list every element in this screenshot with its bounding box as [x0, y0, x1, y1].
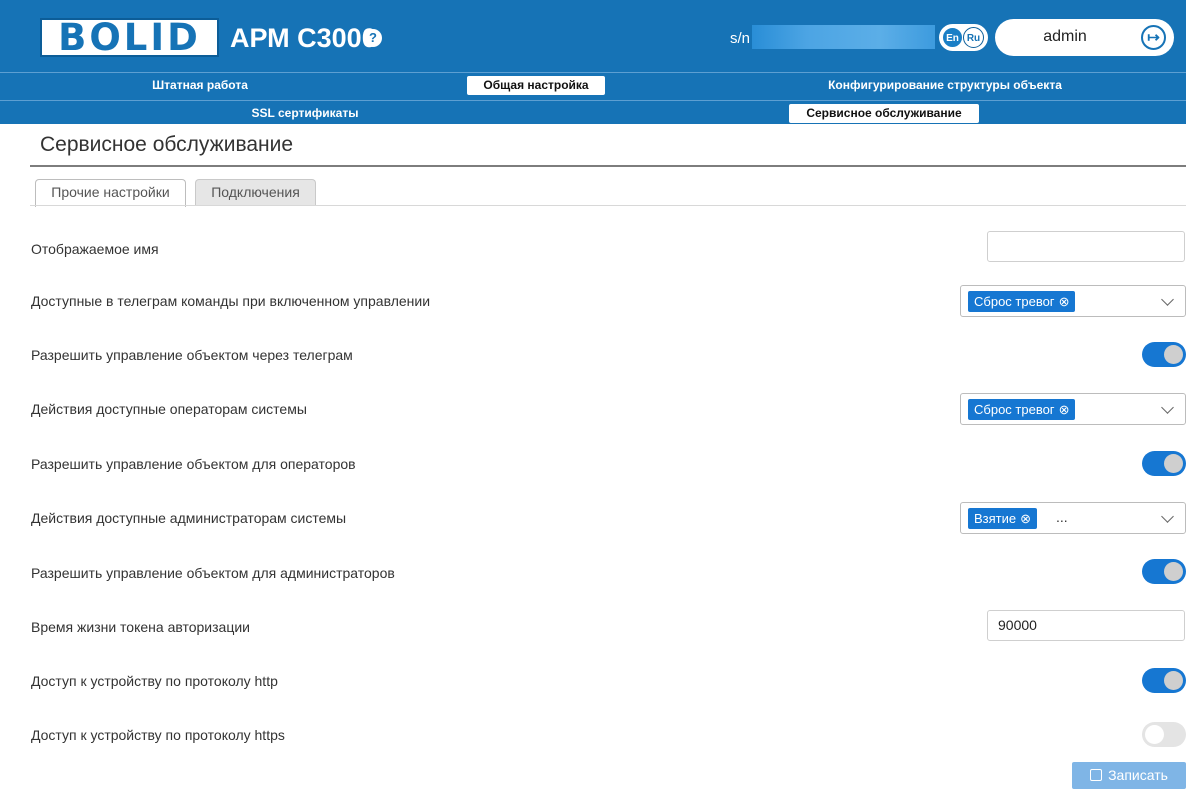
serial-number-label: s/n: [730, 30, 751, 47]
admin-control-label: Разрешить управление объектом для админи…: [31, 565, 395, 581]
telegram-commands-chip: Сброс тревог ⊗: [968, 291, 1076, 312]
admin-actions-label: Действия доступные администраторам систе…: [31, 510, 347, 526]
telegram-commands-label: Доступные в телеграм команды при включен…: [31, 293, 431, 309]
app-title: АРМ С3000: [230, 23, 377, 53]
operator-control-toggle[interactable]: [1142, 451, 1186, 476]
token-lifetime-input[interactable]: 90000: [987, 610, 1185, 641]
chevron-down-icon[interactable]: [1161, 509, 1175, 525]
page-title: Сервисное обслуживание: [40, 133, 294, 156]
bolid-logo: BOLID: [40, 16, 219, 59]
nav-row-primary: Штатная работа Общая настройка Конфигури…: [0, 72, 1186, 96]
header-top-row: BOLID АРМ С3000 ? s/n En Ru admin ↦: [0, 0, 1186, 68]
http-access-toggle[interactable]: [1142, 668, 1186, 693]
title-divider: [30, 165, 1186, 167]
logout-icon[interactable]: ↦: [1141, 25, 1166, 50]
serial-number-value: [752, 25, 935, 49]
operator-control-label: Разрешить управление объектом для операт…: [31, 456, 356, 472]
telegram-control-toggle[interactable]: [1142, 342, 1186, 367]
tab-connections[interactable]: Подключения: [195, 179, 316, 206]
http-access-label: Доступ к устройству по протоколу http: [31, 673, 278, 689]
operator-actions-chip: Сброс тревог ⊗: [968, 399, 1076, 420]
telegram-commands-select[interactable]: Сброс тревог ⊗: [960, 285, 1186, 317]
app-header: BOLID АРМ С3000 ? s/n En Ru admin ↦ Штат…: [0, 0, 1186, 124]
toggle-knob: [1164, 454, 1183, 473]
operator-actions-select[interactable]: Сброс тревог ⊗: [960, 393, 1186, 425]
chip-remove-icon[interactable]: ⊗: [1059, 402, 1070, 417]
operator-actions-label: Действия доступные операторам системы: [31, 401, 307, 417]
user-name: admin: [1043, 28, 1087, 45]
help-icon[interactable]: ?: [364, 29, 382, 47]
more-selected-indicator: ...: [1056, 509, 1068, 525]
display-name-label: Отображаемое имя: [31, 241, 159, 257]
toggle-knob: [1145, 725, 1164, 744]
chevron-down-icon[interactable]: [1161, 400, 1175, 416]
nav-item-standard-operation[interactable]: Штатная работа: [110, 76, 290, 95]
chip-label: Взятие: [974, 511, 1017, 526]
chip-label: Сброс тревог: [974, 294, 1055, 309]
chip-label: Сброс тревог: [974, 402, 1055, 417]
language-ru-button[interactable]: Ru: [963, 27, 984, 48]
nav-item-ssl-certificates[interactable]: SSL сертификаты: [230, 104, 380, 123]
nav-item-general-settings[interactable]: Общая настройка: [467, 76, 605, 95]
nav-item-object-structure[interactable]: Конфигурирование структуры объекта: [800, 76, 1090, 95]
token-lifetime-label: Время жизни токена авторизации: [31, 619, 250, 635]
save-button-label: Записать: [1108, 767, 1168, 783]
chip-remove-icon[interactable]: ⊗: [1020, 511, 1031, 526]
admin-actions-select[interactable]: Взятие ⊗ ...: [960, 502, 1186, 534]
admin-control-toggle[interactable]: [1142, 559, 1186, 584]
language-en-button[interactable]: En: [942, 27, 963, 48]
https-access-toggle[interactable]: [1142, 722, 1186, 747]
admin-actions-chip: Взятие ⊗: [968, 508, 1038, 529]
toggle-knob: [1164, 671, 1183, 690]
chip-remove-icon[interactable]: ⊗: [1059, 294, 1070, 309]
user-pill: admin ↦: [995, 19, 1174, 56]
nav-row-secondary: SSL сертификаты Сервисное обслуживание: [0, 100, 1186, 124]
toggle-knob: [1164, 345, 1183, 364]
chevron-down-icon[interactable]: [1161, 292, 1175, 308]
display-name-input[interactable]: [987, 231, 1185, 262]
tab-other-settings[interactable]: Прочие настройки: [35, 179, 186, 207]
telegram-control-label: Разрешить управление объектом через теле…: [31, 347, 353, 363]
https-access-label: Доступ к устройству по протоколу https: [31, 727, 285, 743]
toggle-knob: [1164, 562, 1183, 581]
tab-divider: [30, 205, 1186, 206]
save-icon: [1090, 769, 1103, 781]
nav-item-service-maintenance[interactable]: Сервисное обслуживание: [789, 104, 979, 123]
save-button[interactable]: Записать: [1072, 762, 1186, 789]
